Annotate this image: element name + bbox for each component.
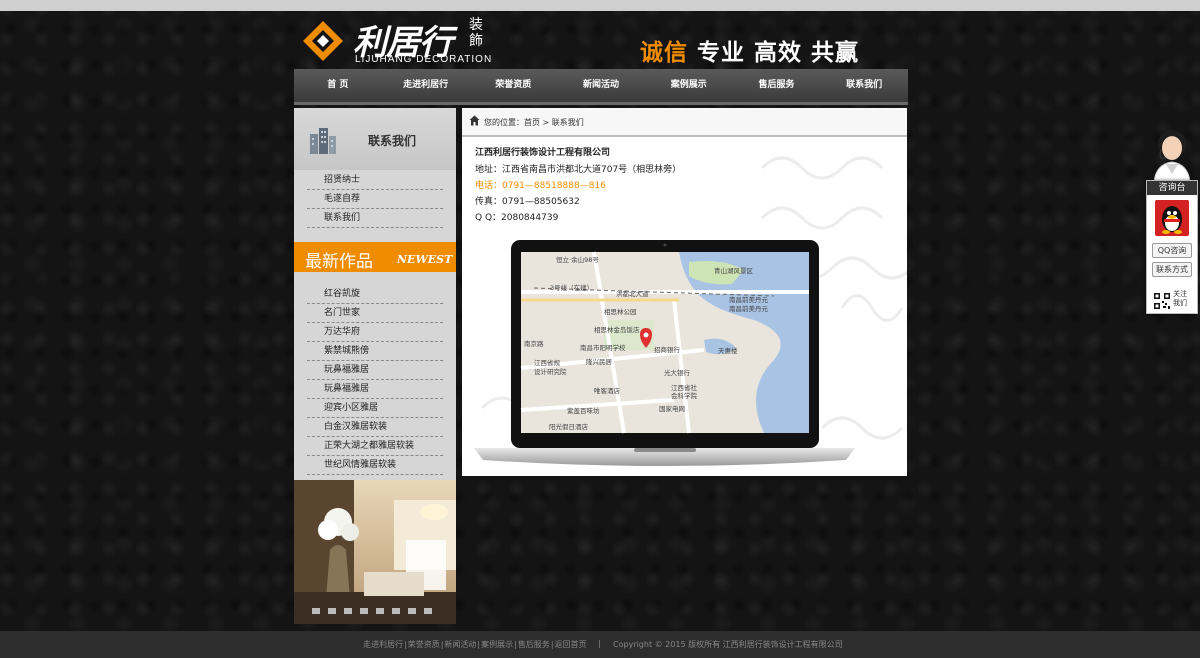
breadcrumb-home[interactable]: 首页 [524,118,540,127]
map-label: 南京路 [524,339,544,348]
works-list: 红谷凯旋 名门世家 万达华府 紫禁城熊傍 玩鼻福雅居 玩鼻福雅居 迎宾小区雅居 … [294,285,443,475]
work-item[interactable]: 名门世家 [307,304,443,323]
laptop-map-image[interactable]: 恒立·余山98号 青山湖风景区 3号线（在建） 洪都北大道 南昌前美丹元 相思林… [474,240,855,470]
sidebar-item-contact[interactable]: 联系我们 [307,209,443,228]
nav-honors[interactable]: 荣誉资质 [469,69,557,102]
map-label: 3号线（在建） [550,283,593,292]
work-item[interactable]: 世纪风情雅居软装 [307,456,443,475]
nav-contact[interactable]: 联系我们 [820,69,908,102]
slogan-2: 专业 [697,40,746,66]
slogan-4: 共赢 [811,40,860,66]
slogan: 诚信 专业 高效 共赢 [640,33,859,67]
newest-works-banner: 最新作品 NEWEST [294,242,456,272]
nav-cases[interactable]: 案例展示 [645,69,733,102]
contact-address: 地址：江西省南昌市洪都北大道707号（相思林旁） [475,165,682,175]
building-icon [310,128,336,154]
main-content: 您的位置：首页 > 联系我们 江西利居行装饰设计工程有限公司 地址：江西省南昌市… [462,108,907,476]
home-icon [469,115,480,126]
work-item[interactable]: 红谷凯旋 [307,285,443,304]
sidebar-item-recruit[interactable]: 招贤纳士 [307,171,443,190]
footer-separator: | [598,639,601,648]
map-label: 紫盖百味坊 [567,406,600,415]
map-label: 南昌前美丹元 [729,304,769,313]
footer: 走进利居行|荣誉资质|新闻活动|案例展示|售后服务|返回首页 | Copyrig… [0,631,1200,658]
newest-title-en: NEWEST [397,253,453,266]
consult-widget: 咨询台 QQ咨询 联系方式 关注我们 [1146,124,1198,314]
map-label: 唯客酒店 [594,386,621,395]
slogan-3: 高效 [754,40,803,66]
nav-home[interactable]: 首 页 [294,69,382,102]
contact-phone: 电话：0791—88518888—816 [475,181,606,191]
footer-link-honors[interactable]: 荣誉资质 [408,640,440,649]
newest-title-cn: 最新作品 [305,252,373,272]
map-label: 南昌市阳明学校 [580,343,626,352]
breadcrumb-text: 您的位置：首页 > 联系我们 [484,117,584,128]
map-label: 恒立·余山98号 [556,255,599,264]
qq-penguin-icon[interactable] [1155,200,1189,236]
footer-link-home[interactable]: 返回首页 [555,640,587,649]
contact-fax: 传真：0791—88505632 [475,197,580,207]
nav-service[interactable]: 售后服务 [733,69,821,102]
breadcrumb: 您的位置：首页 > 联系我们 [462,108,907,137]
footer-link-about[interactable]: 走进利居行 [363,640,403,649]
qq-consult-button[interactable]: QQ咨询 [1152,243,1192,258]
contact-info-button[interactable]: 联系方式 [1152,262,1192,277]
breadcrumb-sep: > [542,118,550,127]
map-label: 光大银行 [664,368,691,377]
logo-english-name: LIJUHANG DECORATION [355,54,493,65]
site-logo[interactable]: 利居行 装飾 LIJUHANG DECORATION [301,17,491,67]
map-label: 相思林金岛饭店 [594,325,640,334]
footer-links: 走进利居行|荣誉资质|新闻活动|案例展示|售后服务|返回首页 [363,640,587,649]
map-label: 招商银行 [654,345,681,354]
nav-news[interactable]: 新闻活动 [557,69,645,102]
widget-panel: 咨询台 QQ咨询 联系方式 关注我们 [1146,180,1198,314]
logo-diamond-icon [303,21,343,61]
sidebar-title: 联系我们 [368,134,417,148]
logo-chinese-sub: 装飾 [469,17,483,49]
sidebar: 联系我们 招贤纳士 毛遂自荐 联系我们 最新作品 NEWEST 红谷凯旋 名门世… [294,108,456,624]
map-label: 隆兴民居 [586,357,613,366]
work-item[interactable]: 万达华府 [307,323,443,342]
service-agent-avatar [1153,130,1191,182]
sidebar-menu: 招贤纳士 毛遂自荐 联系我们 [294,171,456,228]
footer-link-service[interactable]: 售后服务 [518,640,550,649]
work-item[interactable]: 玩鼻福雅居 [307,361,443,380]
company-name: 江西利居行装饰设计工程有限公司 [475,148,611,158]
breadcrumb-current: 联系我们 [551,118,584,127]
breadcrumb-label: 您的位置： [484,118,524,127]
work-item[interactable]: 迎宾小区雅居 [307,399,443,418]
work-item[interactable]: 紫禁城熊傍 [307,342,443,361]
map-label: 天惠楼 [718,346,738,355]
sidebar-item-apply[interactable]: 毛遂自荐 [307,190,443,209]
footer-link-news[interactable]: 新闻活动 [444,640,476,649]
footer-link-cases[interactable]: 案例展示 [481,640,513,649]
work-item[interactable]: 玩鼻福雅居 [307,380,443,399]
map-label: 江西省社 [671,383,698,392]
qr-code-icon[interactable] [1153,292,1171,310]
map-label: 洪都北大道 [616,289,649,298]
main-nav: 首 页 走进利居行 荣誉资质 新闻活动 案例展示 售后服务 联系我们 [294,69,908,105]
map-label: 国家电网 [659,404,685,413]
contact-qq: Q Q：2080844739 [475,213,559,223]
map-label: 设计研究院 [534,367,567,376]
slogan-1: 诚信 [640,40,688,66]
widget-title: 咨询台 [1147,181,1197,195]
nav-about[interactable]: 走进利居行 [382,69,470,102]
interior-photo[interactable] [294,480,456,624]
follow-us-label[interactable]: 关注我们 [1173,290,1193,308]
sidebar-header: 联系我们 [294,108,456,170]
map-label: 江西省规 [534,358,561,367]
work-item[interactable]: 白金汉雅居软装 [307,418,443,437]
map-label: 青山湖风景区 [714,266,754,275]
map-label: 相思林公园 [604,307,637,316]
browser-top-strip [0,0,1200,11]
copyright-text: Copyright © 2015 版权所有 江西利居行装饰设计工程有限公司 [613,640,843,649]
map-label: 会科学院 [671,391,698,400]
map-label: 南昌前美丹元 [729,295,769,304]
work-item[interactable]: 正荣大湖之都雅居软装 [307,437,443,456]
map-label: 阳光假日酒店 [549,422,589,431]
